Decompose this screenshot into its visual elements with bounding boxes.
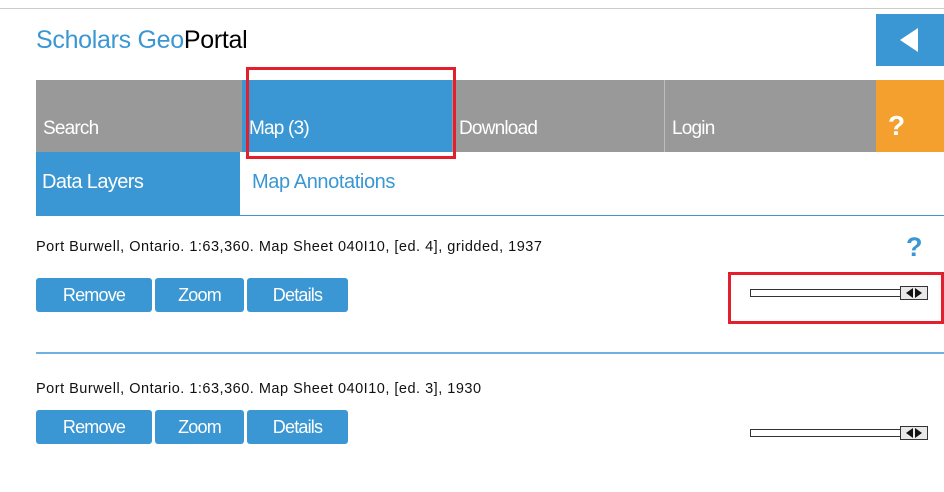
tab-login-label: Login bbox=[672, 118, 715, 139]
tab-search[interactable]: Search bbox=[36, 80, 242, 152]
opacity-slider[interactable] bbox=[750, 426, 930, 440]
layer-title: Port Burwell, Ontario. 1:63,360. Map She… bbox=[36, 381, 482, 397]
tab-search-label: Search bbox=[43, 118, 99, 139]
subtab-data-layers-label: Data Layers bbox=[42, 171, 144, 193]
remove-button[interactable]: Remove bbox=[36, 410, 152, 444]
layer-title: Port Burwell, Ontario. 1:63,360. Map She… bbox=[36, 239, 543, 255]
collapse-panel-button[interactable] bbox=[876, 14, 944, 66]
main-tabs: Search Map (3) Download Login ? bbox=[36, 80, 944, 152]
top-divider bbox=[0, 8, 944, 9]
opacity-slider-highlight bbox=[728, 272, 944, 324]
brand-prefix: Scholars Geo bbox=[36, 26, 184, 54]
brand-strong: Portal bbox=[183, 26, 248, 54]
details-button[interactable]: Details bbox=[247, 278, 348, 312]
zoom-button[interactable]: Zoom bbox=[155, 278, 244, 312]
tab-download[interactable]: Download bbox=[452, 80, 664, 152]
remove-button[interactable]: Remove bbox=[36, 278, 152, 312]
details-button[interactable]: Details bbox=[247, 410, 348, 444]
layer-divider bbox=[36, 352, 944, 354]
tab-download-label: Download bbox=[459, 118, 538, 139]
map-tab-highlight bbox=[246, 67, 456, 159]
help-icon[interactable]: ? bbox=[906, 232, 923, 263]
slider-handle[interactable] bbox=[900, 426, 928, 440]
tab-help[interactable]: ? bbox=[876, 80, 944, 152]
subtab-map-annotations[interactable]: Map Annotations bbox=[252, 171, 395, 194]
left-right-arrows-icon bbox=[906, 428, 922, 438]
zoom-button[interactable]: Zoom bbox=[155, 410, 244, 444]
tab-login[interactable]: Login bbox=[664, 80, 876, 152]
chevron-left-icon bbox=[900, 28, 918, 52]
tab-help-label: ? bbox=[888, 110, 906, 141]
sub-tabs: Data Layers Map Annotations bbox=[36, 152, 944, 216]
subtab-data-layers[interactable]: Data Layers bbox=[36, 152, 240, 216]
brand-logo: Scholars GeoPortal bbox=[36, 26, 248, 55]
